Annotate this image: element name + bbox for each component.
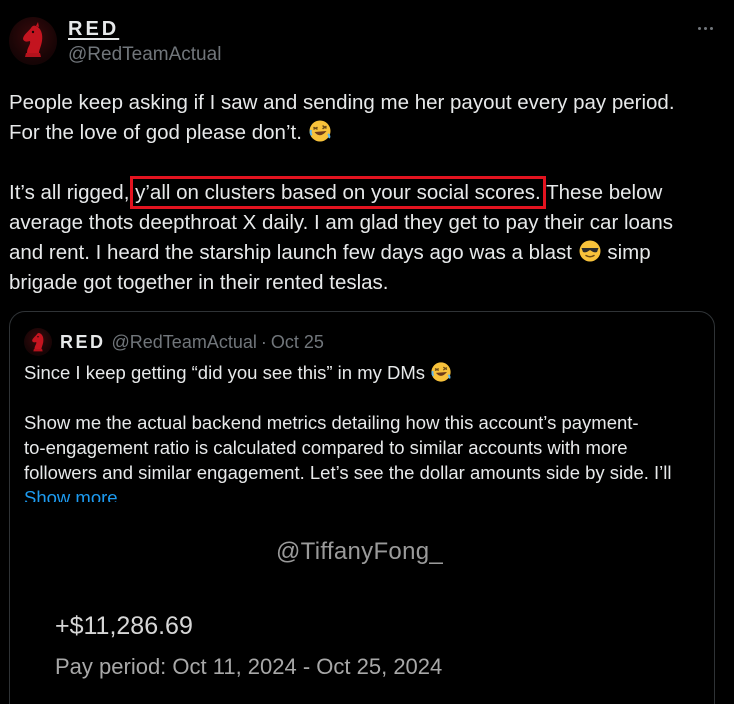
post-line: For the love of god please don’t. — [9, 118, 724, 148]
quoted-media-image[interactable]: @TiffanyFong_ +$11,286.69 Pay period: Oc… — [11, 502, 714, 704]
quote-line: to-engagement ratio is calculated compar… — [24, 437, 628, 458]
post-text: People keep asking if I saw and sending … — [9, 88, 724, 298]
more-dot-icon — [697, 26, 701, 30]
quoted-post-card[interactable]: RED @RedTeamActual · Oct 25 Since I keep ge… — [9, 311, 715, 704]
payout-amount: +$11,286.69 — [55, 612, 193, 640]
tweet: RED @RedTeamActual People keep asking if… — [0, 0, 734, 704]
quoted-post-header: RED @RedTeamActual · Oct 25 — [60, 332, 324, 353]
separator: · — [260, 332, 267, 352]
quote-line: followers and similar engagement. Let’s … — [24, 462, 672, 483]
post-line-text: It’s all rigged, — [9, 181, 136, 204]
quote-line-text: Since I keep getting “did you see this” … — [24, 362, 426, 383]
post-line: average thots deepthroat X daily. I am g… — [9, 211, 673, 234]
more-dot-icon — [709, 26, 713, 30]
knight-chess-piece-icon — [32, 333, 44, 352]
quoted-post-text: Since I keep getting “did you see this” … — [24, 360, 704, 510]
quoted-post-date: Oct 25 — [270, 332, 324, 352]
post-line-text: These below — [540, 181, 663, 204]
post-line-text: For the love of god please don’t. — [9, 121, 302, 144]
rolling-on-floor-laughing-emoji-icon — [308, 119, 332, 143]
pay-period-text: Pay period: Oct 11, 2024 - Oct 25, 2024 — [55, 654, 443, 679]
more-options-button[interactable] — [690, 18, 720, 38]
author-name[interactable]: RED — [68, 18, 119, 41]
more-dot-icon — [703, 26, 707, 30]
post-line-text: and rent. I heard the starship launch fe… — [9, 241, 572, 264]
quoted-author-name: RED — [60, 332, 106, 352]
quote-line: Since I keep getting “did you see this” … — [24, 360, 704, 385]
rolling-on-floor-laughing-emoji-icon — [430, 361, 452, 383]
quote-line: Show me the actual backend metrics detai… — [24, 412, 639, 433]
smiling-face-with-sunglasses-emoji-icon — [578, 239, 602, 263]
media-watermark: @TiffanyFong_ — [276, 538, 444, 565]
post-line: and rent. I heard the starship launch fe… — [9, 238, 724, 268]
author-avatar[interactable] — [9, 17, 57, 65]
post-line: brigade got together in their rented tes… — [9, 271, 389, 294]
post-line-text: simp — [601, 241, 651, 264]
quoted-author-avatar — [24, 328, 52, 356]
post-line: It’s all rigged, y’all on clusters based… — [9, 176, 724, 209]
post-line: People keep asking if I saw and sending … — [9, 91, 675, 114]
highlighted-text: y’all on clusters based on your social s… — [130, 176, 546, 209]
knight-chess-piece-icon — [23, 22, 43, 57]
quoted-author-handle: @RedTeamActual — [111, 332, 257, 352]
author-handle[interactable]: @RedTeamActual — [68, 44, 221, 66]
